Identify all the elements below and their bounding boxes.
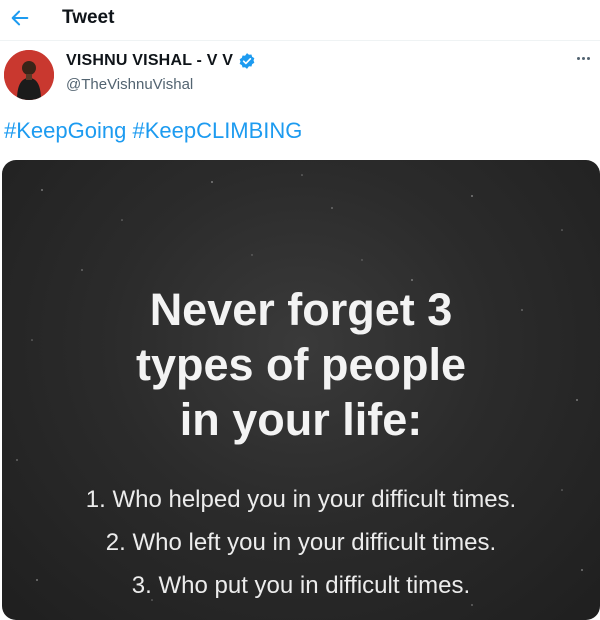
arrow-left-icon [11, 10, 29, 26]
back-button[interactable] [6, 4, 34, 32]
image-list: 1. Who helped you in your difficult time… [2, 478, 600, 607]
tweet-text: #KeepGoing #KeepCLIMBING [4, 118, 302, 144]
verified-badge-icon [239, 53, 255, 69]
page-title: Tweet [62, 7, 115, 28]
author-handle[interactable]: @TheVishnuVishal [66, 76, 193, 93]
list-item: 3. Who put you in difficult times. [131, 572, 471, 599]
more-options-icon [576, 56, 580, 60]
more-options-icon-dot [586, 56, 590, 60]
list-item: 2. Who left you in your difficult times. [105, 529, 497, 556]
top-bar: Tweet [0, 0, 600, 41]
more-options-button[interactable] [570, 48, 596, 68]
tweet-author: VISHNU VISHAL - V V @TheVishnuVishal [0, 44, 600, 106]
avatar-image [4, 50, 54, 100]
headline-line: in your life: [179, 394, 423, 445]
hashtag-link[interactable]: #KeepGoing [4, 118, 126, 143]
author-name[interactable]: VISHNU VISHAL - V V [66, 52, 256, 70]
more-options-icon-dot [581, 56, 585, 60]
tweet-image[interactable]: Never forget 3 types of people in your l… [2, 160, 600, 620]
headline-line: Never forget 3 [149, 284, 453, 335]
image-headline: Never forget 3 types of people in your l… [2, 282, 600, 447]
hashtag-link[interactable]: #KeepCLIMBING [132, 118, 302, 143]
author-name-text: VISHNU VISHAL - V V [66, 52, 234, 69]
list-item: 1. Who helped you in your difficult time… [85, 486, 517, 513]
avatar[interactable] [4, 50, 54, 100]
headline-line: types of people [135, 339, 467, 390]
